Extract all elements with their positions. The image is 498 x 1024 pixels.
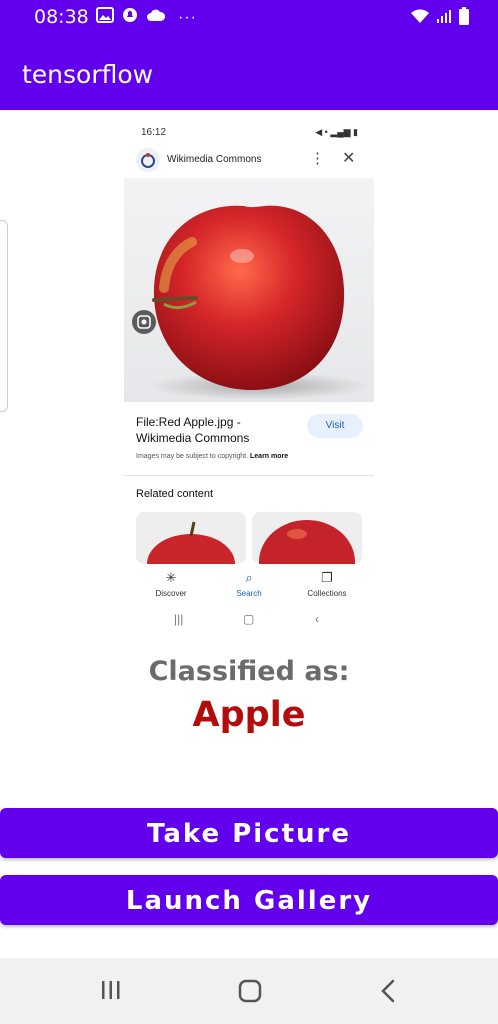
image-source-header: Wikimedia Commons ⋮ ✕ <box>124 146 374 176</box>
nav-collections: ❐ Collections <box>292 570 362 598</box>
nav-search: ⌕ Search <box>214 570 284 598</box>
divider <box>124 475 374 476</box>
image-source-title: Wikimedia Commons <box>167 154 262 165</box>
learn-more-link: Learn more <box>250 453 289 460</box>
lens-icon <box>132 310 156 334</box>
take-picture-button[interactable]: Take Picture <box>0 808 498 858</box>
status-time: 08:38 <box>34 6 89 28</box>
back-icon: ‹ <box>315 612 319 626</box>
recents-icon: ||| <box>174 612 184 626</box>
app-bar: tensorflow <box>0 33 498 110</box>
system-nav-bar <box>0 958 498 1024</box>
classification-result: Apple <box>192 695 306 735</box>
nav-label: Collections <box>307 589 347 598</box>
apple-photo <box>124 178 374 402</box>
classified-image: 16:12 ◀ • ▂▄▆ ▮ Wikimedia Commons ⋮ ✕ Fi… <box>124 120 374 640</box>
app-title: tensorflow <box>22 60 154 89</box>
back-icon[interactable] <box>378 978 398 1009</box>
recents-icon[interactable] <box>100 978 122 1007</box>
home-icon[interactable] <box>237 978 263 1009</box>
wikimedia-logo-icon <box>136 148 160 172</box>
nav-label: Discover <box>155 589 187 598</box>
classified-heading: Classified as: <box>148 656 350 687</box>
nav-label: Search <box>236 589 262 598</box>
image-icon <box>96 7 114 28</box>
related-thumbnail <box>252 512 362 564</box>
cloud-icon <box>146 8 166 27</box>
status-bar: 08:38 ··· <box>0 0 498 33</box>
image-status-icons: ◀ • ▂▄▆ ▮ <box>315 127 358 137</box>
visit-button: Visit <box>307 414 363 438</box>
notification-icon <box>122 7 138 28</box>
home-icon: ▢ <box>243 612 255 626</box>
more-notifications-icon: ··· <box>178 8 197 26</box>
copyright-text: Images may be subject to copyright. <box>136 453 249 460</box>
related-thumbnail <box>136 512 246 564</box>
search-icon: ⌕ <box>245 570 253 585</box>
image-system-nav: ||| ▢ ‹ <box>124 610 374 632</box>
image-status-time: 16:12 <box>141 127 167 138</box>
image-caption: File:Red Apple.jpg - Wikimedia Commons <box>136 415 250 445</box>
battery-icon <box>458 7 470 30</box>
nav-discover: ✳ Discover <box>136 570 206 598</box>
more-vert-icon: ⋮ <box>310 150 325 167</box>
wifi-icon <box>410 8 430 29</box>
related-heading: Related content <box>136 488 214 500</box>
asterisk-icon: ✳ <box>165 570 177 585</box>
collections-icon: ❐ <box>321 570 333 585</box>
close-icon: ✕ <box>342 150 356 167</box>
copyright-note: Images may be subject to copyright. Lear… <box>136 453 288 460</box>
launch-gallery-button[interactable]: Launch Gallery <box>0 875 498 925</box>
edge-panel-handle[interactable] <box>0 220 8 412</box>
image-bottom-nav: ✳ Discover ⌕ Search ❐ Collections <box>124 564 374 604</box>
signal-icon <box>436 8 452 29</box>
